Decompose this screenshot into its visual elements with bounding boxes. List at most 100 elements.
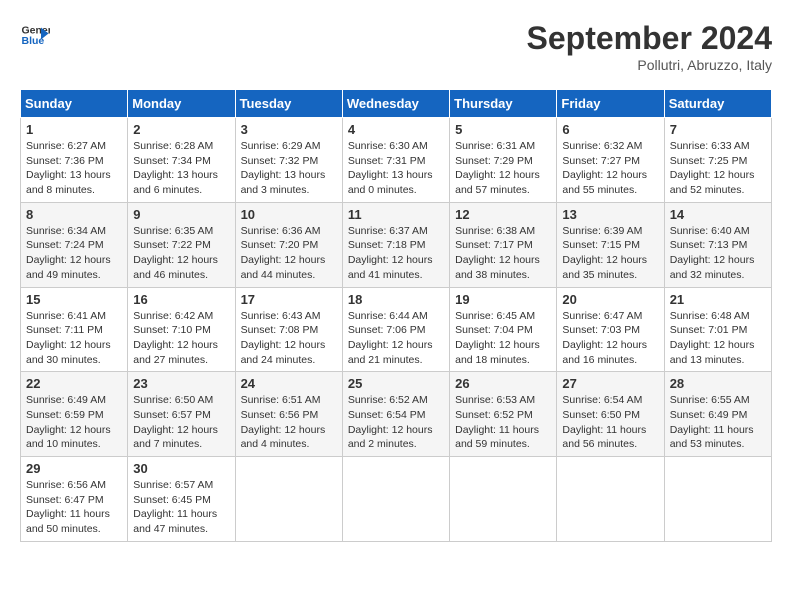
logo-icon: General Blue: [20, 20, 50, 50]
calendar-week-row: 8 Sunrise: 6:34 AM Sunset: 7:24 PM Dayli…: [21, 202, 772, 287]
day-number: 14: [670, 207, 766, 222]
calendar-cell: 11 Sunrise: 6:37 AM Sunset: 7:18 PM Dayl…: [342, 202, 449, 287]
day-info: Sunrise: 6:38 AM Sunset: 7:17 PM Dayligh…: [455, 224, 551, 283]
day-info: Sunrise: 6:30 AM Sunset: 7:31 PM Dayligh…: [348, 139, 444, 198]
calendar-week-row: 15 Sunrise: 6:41 AM Sunset: 7:11 PM Dayl…: [21, 287, 772, 372]
day-number: 29: [26, 461, 122, 476]
calendar-cell: 28 Sunrise: 6:55 AM Sunset: 6:49 PM Dayl…: [664, 372, 771, 457]
calendar-cell: 29 Sunrise: 6:56 AM Sunset: 6:47 PM Dayl…: [21, 457, 128, 542]
weekday-header-row: SundayMondayTuesdayWednesdayThursdayFrid…: [21, 90, 772, 118]
calendar-cell: 12 Sunrise: 6:38 AM Sunset: 7:17 PM Dayl…: [450, 202, 557, 287]
calendar-week-row: 29 Sunrise: 6:56 AM Sunset: 6:47 PM Dayl…: [21, 457, 772, 542]
calendar-cell: [664, 457, 771, 542]
day-number: 27: [562, 376, 658, 391]
calendar-cell: 20 Sunrise: 6:47 AM Sunset: 7:03 PM Dayl…: [557, 287, 664, 372]
day-info: Sunrise: 6:56 AM Sunset: 6:47 PM Dayligh…: [26, 478, 122, 537]
calendar-cell: 2 Sunrise: 6:28 AM Sunset: 7:34 PM Dayli…: [128, 118, 235, 203]
page-header: General Blue September 2024 Pollutri, Ab…: [20, 20, 772, 73]
day-number: 8: [26, 207, 122, 222]
day-number: 23: [133, 376, 229, 391]
day-number: 18: [348, 292, 444, 307]
day-number: 5: [455, 122, 551, 137]
title-block: September 2024 Pollutri, Abruzzo, Italy: [527, 20, 772, 73]
day-info: Sunrise: 6:47 AM Sunset: 7:03 PM Dayligh…: [562, 309, 658, 368]
calendar-cell: 18 Sunrise: 6:44 AM Sunset: 7:06 PM Dayl…: [342, 287, 449, 372]
calendar-cell: 21 Sunrise: 6:48 AM Sunset: 7:01 PM Dayl…: [664, 287, 771, 372]
day-number: 1: [26, 122, 122, 137]
day-number: 25: [348, 376, 444, 391]
logo: General Blue: [20, 20, 50, 50]
calendar-cell: 9 Sunrise: 6:35 AM Sunset: 7:22 PM Dayli…: [128, 202, 235, 287]
day-info: Sunrise: 6:31 AM Sunset: 7:29 PM Dayligh…: [455, 139, 551, 198]
calendar-cell: 27 Sunrise: 6:54 AM Sunset: 6:50 PM Dayl…: [557, 372, 664, 457]
day-info: Sunrise: 6:42 AM Sunset: 7:10 PM Dayligh…: [133, 309, 229, 368]
calendar-cell: 10 Sunrise: 6:36 AM Sunset: 7:20 PM Dayl…: [235, 202, 342, 287]
calendar-week-row: 22 Sunrise: 6:49 AM Sunset: 6:59 PM Dayl…: [21, 372, 772, 457]
day-info: Sunrise: 6:27 AM Sunset: 7:36 PM Dayligh…: [26, 139, 122, 198]
day-number: 16: [133, 292, 229, 307]
day-info: Sunrise: 6:53 AM Sunset: 6:52 PM Dayligh…: [455, 393, 551, 452]
calendar-cell: 8 Sunrise: 6:34 AM Sunset: 7:24 PM Dayli…: [21, 202, 128, 287]
month-title: September 2024: [527, 20, 772, 57]
day-info: Sunrise: 6:28 AM Sunset: 7:34 PM Dayligh…: [133, 139, 229, 198]
calendar-cell: 4 Sunrise: 6:30 AM Sunset: 7:31 PM Dayli…: [342, 118, 449, 203]
calendar-cell: 17 Sunrise: 6:43 AM Sunset: 7:08 PM Dayl…: [235, 287, 342, 372]
day-info: Sunrise: 6:41 AM Sunset: 7:11 PM Dayligh…: [26, 309, 122, 368]
day-info: Sunrise: 6:33 AM Sunset: 7:25 PM Dayligh…: [670, 139, 766, 198]
day-info: Sunrise: 6:44 AM Sunset: 7:06 PM Dayligh…: [348, 309, 444, 368]
day-info: Sunrise: 6:43 AM Sunset: 7:08 PM Dayligh…: [241, 309, 337, 368]
calendar-cell: 15 Sunrise: 6:41 AM Sunset: 7:11 PM Dayl…: [21, 287, 128, 372]
day-number: 20: [562, 292, 658, 307]
day-number: 2: [133, 122, 229, 137]
weekday-header-monday: Monday: [128, 90, 235, 118]
calendar-cell: 5 Sunrise: 6:31 AM Sunset: 7:29 PM Dayli…: [450, 118, 557, 203]
day-info: Sunrise: 6:54 AM Sunset: 6:50 PM Dayligh…: [562, 393, 658, 452]
day-info: Sunrise: 6:35 AM Sunset: 7:22 PM Dayligh…: [133, 224, 229, 283]
day-info: Sunrise: 6:37 AM Sunset: 7:18 PM Dayligh…: [348, 224, 444, 283]
calendar-cell: [235, 457, 342, 542]
day-number: 4: [348, 122, 444, 137]
calendar-table: SundayMondayTuesdayWednesdayThursdayFrid…: [20, 89, 772, 542]
day-number: 28: [670, 376, 766, 391]
calendar-cell: 26 Sunrise: 6:53 AM Sunset: 6:52 PM Dayl…: [450, 372, 557, 457]
weekday-header-thursday: Thursday: [450, 90, 557, 118]
day-number: 15: [26, 292, 122, 307]
weekday-header-wednesday: Wednesday: [342, 90, 449, 118]
calendar-cell: 22 Sunrise: 6:49 AM Sunset: 6:59 PM Dayl…: [21, 372, 128, 457]
day-info: Sunrise: 6:32 AM Sunset: 7:27 PM Dayligh…: [562, 139, 658, 198]
day-info: Sunrise: 6:29 AM Sunset: 7:32 PM Dayligh…: [241, 139, 337, 198]
calendar-cell: 25 Sunrise: 6:52 AM Sunset: 6:54 PM Dayl…: [342, 372, 449, 457]
day-info: Sunrise: 6:40 AM Sunset: 7:13 PM Dayligh…: [670, 224, 766, 283]
day-number: 13: [562, 207, 658, 222]
day-info: Sunrise: 6:48 AM Sunset: 7:01 PM Dayligh…: [670, 309, 766, 368]
svg-text:Blue: Blue: [22, 35, 45, 47]
calendar-cell: 13 Sunrise: 6:39 AM Sunset: 7:15 PM Dayl…: [557, 202, 664, 287]
day-number: 19: [455, 292, 551, 307]
day-number: 6: [562, 122, 658, 137]
day-info: Sunrise: 6:39 AM Sunset: 7:15 PM Dayligh…: [562, 224, 658, 283]
calendar-cell: 19 Sunrise: 6:45 AM Sunset: 7:04 PM Dayl…: [450, 287, 557, 372]
calendar-cell: 24 Sunrise: 6:51 AM Sunset: 6:56 PM Dayl…: [235, 372, 342, 457]
day-number: 11: [348, 207, 444, 222]
calendar-cell: 14 Sunrise: 6:40 AM Sunset: 7:13 PM Dayl…: [664, 202, 771, 287]
day-info: Sunrise: 6:55 AM Sunset: 6:49 PM Dayligh…: [670, 393, 766, 452]
calendar-cell: 1 Sunrise: 6:27 AM Sunset: 7:36 PM Dayli…: [21, 118, 128, 203]
location-subtitle: Pollutri, Abruzzo, Italy: [527, 57, 772, 73]
day-info: Sunrise: 6:50 AM Sunset: 6:57 PM Dayligh…: [133, 393, 229, 452]
weekday-header-sunday: Sunday: [21, 90, 128, 118]
day-number: 10: [241, 207, 337, 222]
day-number: 7: [670, 122, 766, 137]
day-info: Sunrise: 6:57 AM Sunset: 6:45 PM Dayligh…: [133, 478, 229, 537]
day-info: Sunrise: 6:45 AM Sunset: 7:04 PM Dayligh…: [455, 309, 551, 368]
day-number: 22: [26, 376, 122, 391]
day-number: 24: [241, 376, 337, 391]
calendar-cell: 16 Sunrise: 6:42 AM Sunset: 7:10 PM Dayl…: [128, 287, 235, 372]
day-info: Sunrise: 6:49 AM Sunset: 6:59 PM Dayligh…: [26, 393, 122, 452]
day-number: 12: [455, 207, 551, 222]
day-info: Sunrise: 6:52 AM Sunset: 6:54 PM Dayligh…: [348, 393, 444, 452]
weekday-header-tuesday: Tuesday: [235, 90, 342, 118]
calendar-cell: 7 Sunrise: 6:33 AM Sunset: 7:25 PM Dayli…: [664, 118, 771, 203]
day-info: Sunrise: 6:36 AM Sunset: 7:20 PM Dayligh…: [241, 224, 337, 283]
calendar-cell: 6 Sunrise: 6:32 AM Sunset: 7:27 PM Dayli…: [557, 118, 664, 203]
calendar-cell: [557, 457, 664, 542]
